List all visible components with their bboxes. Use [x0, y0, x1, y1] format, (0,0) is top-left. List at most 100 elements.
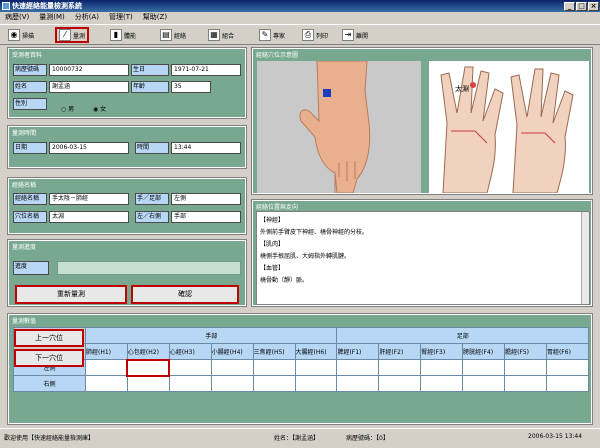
right-row: 右側 — [13, 375, 590, 392]
scan-button[interactable]: ◉ 掃描 — [6, 27, 36, 43]
left-row: 左側 — [13, 358, 590, 377]
printer-icon: ⎙ — [302, 29, 314, 41]
value-cell[interactable] — [545, 375, 590, 392]
date-field[interactable]: 2006-03-15 — [49, 142, 129, 154]
menu-manage[interactable]: 管理(T) — [104, 12, 138, 23]
time-field[interactable]: 13:44 — [171, 142, 241, 154]
maximize-button[interactable]: □ — [576, 2, 587, 11]
col-header: 脾經(F1) — [336, 343, 380, 360]
col-header: 膀胱經(F4) — [462, 343, 506, 360]
values-panel: 量測數值 手部 足部 肺經(H1) 心包經(H2) 心經(H3) 小腸經(H4)… — [7, 313, 593, 425]
value-cell[interactable] — [210, 359, 254, 376]
side-field[interactable]: 手部 — [171, 211, 241, 223]
menu-help[interactable]: 幫助(Z) — [138, 12, 172, 23]
hand-header: 手部 — [84, 327, 338, 344]
value-cell[interactable] — [545, 359, 590, 376]
meridian-name-field[interactable]: 手太陰－肺經 — [49, 193, 129, 205]
value-cell[interactable] — [462, 359, 506, 376]
position-scrollbar[interactable] — [581, 212, 589, 304]
menu-bar: 病歷(V) 量測(M) 分析(A) 管理(T) 幫助(Z) — [0, 12, 600, 23]
name-label: 姓名 — [13, 81, 47, 93]
right-label: 右側 — [13, 375, 86, 392]
value-cell[interactable] — [336, 359, 380, 376]
meridian-panel: 經絡名稱 經絡名稱 手太陰－肺經 手／足部 左側 穴位名稱 太淵 左／右側 手部 — [7, 177, 247, 235]
col-header: 肝經(F2) — [378, 343, 422, 360]
print-button[interactable]: ⎙ 列印 — [300, 27, 330, 43]
meridian-chart-illustration: 太淵 — [440, 66, 574, 194]
record-no-label: 病歷號碼 — [13, 64, 47, 76]
minimize-button[interactable]: _ — [564, 2, 575, 11]
limb-field[interactable]: 左側 — [171, 193, 241, 205]
value-cell[interactable] — [336, 375, 380, 392]
confirm-button[interactable]: 確認 — [131, 285, 239, 304]
next-point-button[interactable]: 下一穴位 — [14, 349, 84, 367]
value-cell[interactable] — [378, 359, 422, 376]
status-bar: 歡迎使用【快速經絡能量檢測庫】 姓名：【謝孟涵】 病歷號碼：【0】 2006-0… — [0, 428, 600, 448]
acupoint-field[interactable]: 太淵 — [49, 211, 129, 223]
hand-photo — [257, 60, 421, 194]
progress-section-title: 量測進度 — [12, 244, 37, 251]
values-section-title: 量測數值 — [12, 318, 37, 325]
name-field[interactable]: 謝孟涵 — [49, 81, 129, 93]
value-cell-selected[interactable] — [126, 358, 171, 377]
measure-icon: ⁄ — [59, 29, 71, 41]
value-cell[interactable] — [168, 359, 212, 376]
value-cell[interactable] — [420, 359, 464, 376]
foot-header: 足部 — [336, 327, 589, 344]
age-field[interactable]: 35 — [171, 81, 211, 93]
value-cell[interactable] — [252, 375, 296, 392]
measure-button[interactable]: ⁄ 量測 — [55, 27, 90, 43]
record-no-field[interactable]: 10000732 — [49, 64, 129, 76]
limb-label: 手／足部 — [135, 193, 169, 205]
value-cell[interactable] — [294, 359, 338, 376]
measure-time-panel: 量測時間 日期 2006-03-15 時間 13:44 — [7, 125, 247, 169]
exit-button[interactable]: ⇥ 離開 — [340, 27, 370, 43]
fitness-button[interactable]: ▮ 體能 — [108, 27, 138, 43]
col-header: 大腸經(H6) — [294, 343, 338, 360]
col-header: 三焦經(H5) — [252, 343, 296, 360]
acupoint-diagram-panel: 經絡穴位示意圖 太淵 — [251, 47, 593, 195]
value-cell[interactable] — [126, 375, 170, 392]
col-header: 心包經(H2) — [126, 343, 170, 360]
birthday-field[interactable]: 1971-07-21 — [171, 64, 241, 76]
value-cell[interactable] — [210, 375, 254, 392]
menu-analysis[interactable]: 分析(A) — [70, 12, 104, 23]
position-line: 【血管】 — [260, 265, 285, 272]
fitness-icon: ▮ — [110, 29, 122, 41]
col-header: 肺經(H1) — [85, 343, 128, 360]
value-cell[interactable] — [252, 359, 296, 376]
position-textbox[interactable]: 【神經】 外側前手臂皮下神經、橈骨神經的分枝。 【肌肉】 橈側手根屈肌、大姆指外… — [256, 211, 590, 305]
menu-view[interactable]: 病歷(V) — [0, 12, 34, 23]
prev-point-button[interactable]: 上一穴位 — [14, 329, 84, 347]
value-cell[interactable] — [462, 375, 506, 392]
position-line: 【神經】 — [260, 217, 285, 224]
remeasure-button[interactable]: 重新量測 — [15, 285, 127, 304]
menu-measure[interactable]: 量測(M) — [34, 12, 70, 23]
value-cell[interactable] — [294, 375, 338, 392]
age-label: 年齡 — [131, 81, 169, 93]
value-cell[interactable] — [504, 359, 547, 376]
value-cell[interactable] — [504, 375, 547, 392]
combine-button[interactable]: ▦ 組合 — [206, 27, 236, 43]
value-cell[interactable] — [420, 375, 464, 392]
app-title: 快速經絡能量檢測系統 — [12, 2, 82, 10]
position-line: 橈側手根屈肌、大姆指外轉肌腱。 — [260, 253, 351, 260]
value-cell[interactable] — [85, 359, 128, 376]
value-cell[interactable] — [85, 375, 128, 392]
meridian-icon: ▤ — [160, 29, 172, 41]
expert-button[interactable]: ✎ 專家 — [257, 27, 287, 43]
diagram-title: 經絡穴位示意圖 — [256, 52, 299, 59]
gender-male-radio[interactable]: ○ 男 — [61, 104, 74, 113]
close-button[interactable]: × — [588, 2, 599, 11]
value-cell[interactable] — [168, 375, 212, 392]
position-title: 經絡位置與走向 — [256, 204, 299, 211]
acupoint-label: 太淵 — [455, 84, 469, 93]
value-cell[interactable] — [378, 375, 422, 392]
values-table: 手部 足部 肺經(H1) 心包經(H2) 心經(H3) 小腸經(H4) 三焦經(… — [13, 327, 590, 392]
meridian-button[interactable]: ▤ 經絡 — [158, 27, 188, 43]
gender-female-radio[interactable]: ◉ 女 — [93, 104, 106, 113]
status-name: 姓名：【謝孟涵】 — [274, 435, 320, 442]
status-record: 病歷號碼：【0】 — [346, 435, 389, 442]
position-line: 外側前手臂皮下神經、橈骨神經的分枝。 — [260, 229, 369, 236]
progress-panel: 量測進度 進度 重新量測 確認 — [7, 239, 247, 307]
